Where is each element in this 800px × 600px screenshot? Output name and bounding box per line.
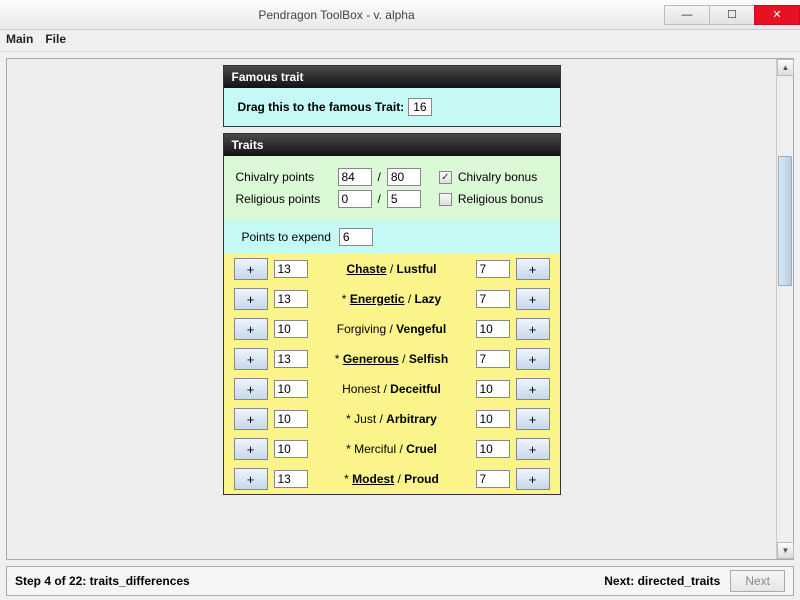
religious-label: Religious points xyxy=(236,192,332,206)
famous-trait-value[interactable]: 16 xyxy=(408,98,431,116)
trait-right-value[interactable] xyxy=(476,440,510,458)
trait-left-plus-button[interactable]: + xyxy=(234,348,268,370)
trait-pair-label: Honest / Deceitful xyxy=(314,382,470,396)
trait-left-value[interactable] xyxy=(274,260,308,278)
scroll-pane: Famous trait Drag this to the famous Tra… xyxy=(7,59,776,559)
trait-row: + * Generous / Selfish + xyxy=(224,344,560,374)
trait-left-value[interactable] xyxy=(274,290,308,308)
trait-pair-label: Chaste / Lustful xyxy=(314,262,470,276)
trait-right-value[interactable] xyxy=(476,350,510,368)
trait-right-plus-button[interactable]: + xyxy=(516,408,550,430)
menubar: Main File xyxy=(0,30,800,52)
trait-right-plus-button[interactable]: + xyxy=(516,468,550,490)
chivalry-points-input[interactable] xyxy=(338,168,372,186)
trait-right-value[interactable] xyxy=(476,260,510,278)
trait-left-value[interactable] xyxy=(274,410,308,428)
chivalry-label: Chivalry points xyxy=(236,170,332,184)
menu-file[interactable]: File xyxy=(45,32,66,49)
trait-right-value[interactable] xyxy=(476,470,510,488)
chivalry-bonus-checkbox[interactable]: ✓ xyxy=(439,171,452,184)
menu-main[interactable]: Main xyxy=(6,32,33,49)
trait-row: + Forgiving / Vengeful + xyxy=(224,314,560,344)
trait-row: + * Just / Arbitrary + xyxy=(224,404,560,434)
famous-drag-label: Drag this to the famous Trait: xyxy=(238,100,405,114)
trait-left-plus-button[interactable]: + xyxy=(234,318,268,340)
trait-right-plus-button[interactable]: + xyxy=(516,288,550,310)
main-panel: Famous trait Drag this to the famous Tra… xyxy=(6,58,794,560)
famous-trait-panel: Famous trait Drag this to the famous Tra… xyxy=(223,65,561,127)
points-expend-label: Points to expend xyxy=(242,230,331,244)
trait-row: + * Merciful / Cruel + xyxy=(224,434,560,464)
trait-pair-label: * Energetic / Lazy xyxy=(314,292,470,306)
trait-left-plus-button[interactable]: + xyxy=(234,408,268,430)
window-titlebar: Pendragon ToolBox - v. alpha — ☐ ✕ xyxy=(0,0,800,30)
trait-left-value[interactable] xyxy=(274,320,308,338)
traits-header: Traits xyxy=(224,134,560,156)
religious-points-input[interactable] xyxy=(338,190,372,208)
trait-right-value[interactable] xyxy=(476,320,510,338)
trait-left-plus-button[interactable]: + xyxy=(234,438,268,460)
minimize-button[interactable]: — xyxy=(664,5,710,25)
trait-left-value[interactable] xyxy=(274,470,308,488)
scroll-down-arrow-icon[interactable]: ▼ xyxy=(777,542,794,559)
vertical-scrollbar[interactable]: ▲ ▼ xyxy=(776,59,793,559)
trait-left-value[interactable] xyxy=(274,380,308,398)
scroll-up-arrow-icon[interactable]: ▲ xyxy=(777,59,794,76)
maximize-button[interactable]: ☐ xyxy=(709,5,755,25)
trait-row: + Chaste / Lustful + xyxy=(224,254,560,284)
trait-list: + Chaste / Lustful + + * Energetic / Lazy + + F… xyxy=(224,254,560,494)
close-button[interactable]: ✕ xyxy=(754,5,800,25)
religious-bonus-checkbox[interactable] xyxy=(439,193,452,206)
step-label: Step 4 of 22: traits_differences xyxy=(15,574,190,588)
points-expend-input[interactable] xyxy=(339,228,373,246)
trait-pair-label: * Modest / Proud xyxy=(314,472,470,486)
window-title: Pendragon ToolBox - v. alpha xyxy=(8,8,665,22)
trait-left-plus-button[interactable]: + xyxy=(234,288,268,310)
trait-right-plus-button[interactable]: + xyxy=(516,378,550,400)
trait-right-plus-button[interactable]: + xyxy=(516,318,550,340)
religious-bonus-label: Religious bonus xyxy=(458,192,543,206)
traits-panel: Traits Chivalry points / ✓ Chivalry bonu… xyxy=(223,133,561,495)
slash-label: / xyxy=(378,170,381,184)
chivalry-bonus-label: Chivalry bonus xyxy=(458,170,537,184)
trait-right-value[interactable] xyxy=(476,380,510,398)
trait-pair-label: * Generous / Selfish xyxy=(314,352,470,366)
trait-left-plus-button[interactable]: + xyxy=(234,468,268,490)
slash-label: / xyxy=(378,192,381,206)
trait-left-value[interactable] xyxy=(274,440,308,458)
trait-row: + * Modest / Proud + xyxy=(224,464,560,494)
trait-left-plus-button[interactable]: + xyxy=(234,378,268,400)
footer-bar: Step 4 of 22: traits_differences Next: d… xyxy=(6,566,794,596)
religious-max-input[interactable] xyxy=(387,190,421,208)
next-step-label: Next: directed_traits xyxy=(604,574,720,588)
trait-left-plus-button[interactable]: + xyxy=(234,258,268,280)
trait-left-value[interactable] xyxy=(274,350,308,368)
trait-right-plus-button[interactable]: + xyxy=(516,348,550,370)
trait-pair-label: * Just / Arbitrary xyxy=(314,412,470,426)
next-button[interactable]: Next xyxy=(730,570,785,592)
trait-pair-label: Forgiving / Vengeful xyxy=(314,322,470,336)
trait-row: + * Energetic / Lazy + xyxy=(224,284,560,314)
famous-trait-header: Famous trait xyxy=(224,66,560,88)
trait-right-value[interactable] xyxy=(476,290,510,308)
trait-right-plus-button[interactable]: + xyxy=(516,438,550,460)
trait-right-value[interactable] xyxy=(476,410,510,428)
trait-pair-label: * Merciful / Cruel xyxy=(314,442,470,456)
scrollbar-thumb[interactable] xyxy=(778,156,792,286)
trait-right-plus-button[interactable]: + xyxy=(516,258,550,280)
trait-row: + Honest / Deceitful + xyxy=(224,374,560,404)
chivalry-max-input[interactable] xyxy=(387,168,421,186)
